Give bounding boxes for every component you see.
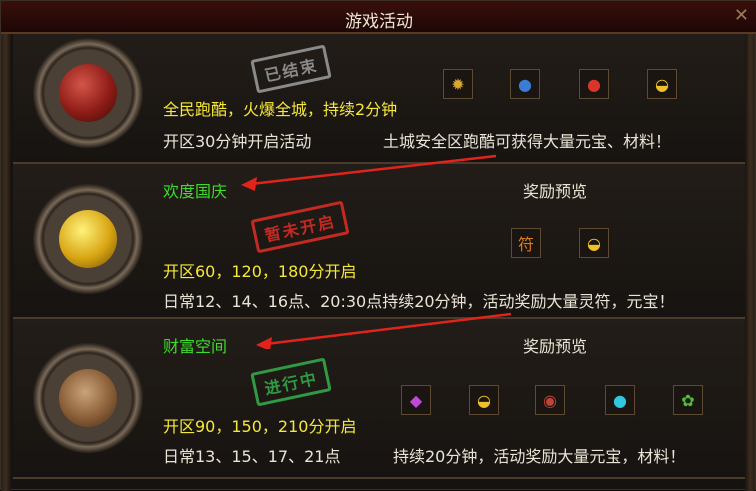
title-bar: 游戏活动 ✕ <box>1 1 756 34</box>
status-stamp-in-progress: 进行中 <box>250 357 332 407</box>
activity-schedule: 开区90，150，210分开启 <box>163 417 357 436</box>
activity-medal <box>33 38 143 148</box>
activity-name: 全民跑酷，火爆全城，持续2分钟 <box>163 100 398 119</box>
red-arrow-annotation <box>241 154 497 191</box>
green-herb-icon[interactable]: ✿ <box>673 385 703 415</box>
blue-orb-icon[interactable]: ● <box>510 69 540 99</box>
talisman-icon[interactable]: 符 <box>511 228 541 258</box>
red-stone-icon[interactable]: ◉ <box>535 385 565 415</box>
activity-medal <box>33 184 143 294</box>
reward-preview-label: 奖励预览 <box>523 182 588 201</box>
gold-ingot-icon[interactable]: ◒ <box>579 228 609 258</box>
close-icon[interactable]: ✕ <box>734 5 749 26</box>
activity-medal <box>33 343 143 453</box>
status-stamp-not-started: 暂未开启 <box>250 200 350 254</box>
warrior-helmet-icon <box>59 64 117 122</box>
reward-preview-label: 奖励预览 <box>523 337 588 356</box>
activity-schedule: 开区60，120，180分开启 <box>163 262 357 281</box>
cyan-orb-icon[interactable]: ● <box>605 385 635 415</box>
red-arrow-annotation <box>256 312 512 349</box>
gold-ingot-icon[interactable]: ◒ <box>469 385 499 415</box>
left-border <box>1 34 11 491</box>
medal-icon[interactable]: ✹ <box>443 69 473 99</box>
golden-egg-icon <box>59 210 117 268</box>
red-orb-icon[interactable]: ● <box>579 69 609 99</box>
purple-gem-icon[interactable]: ◆ <box>401 385 431 415</box>
window-title: 游戏活动 <box>345 12 413 32</box>
activity-description: 持续20分钟，活动奖励大量元宝，材料！ <box>393 447 686 466</box>
gold-ingot-icon[interactable]: ◒ <box>647 69 677 99</box>
status-stamp-ended: 已结束 <box>250 44 332 94</box>
activity-window: 游戏活动 ✕ 已结束 ✹ ● ● ◒ 全民跑酷，火爆全城，持续2分钟 开区30分… <box>0 0 756 491</box>
deer-head-icon <box>59 369 117 427</box>
activity-description: 土城安全区跑酷可获得大量元宝、材料！ <box>383 132 672 151</box>
activity-schedule: 开区30分钟开启活动 <box>163 132 312 151</box>
activity-name: 欢度国庆 <box>163 182 228 201</box>
activity-name: 财富空间 <box>163 337 228 356</box>
activity-row-1[interactable]: 已结束 ✹ ● ● ◒ 全民跑酷，火爆全城，持续2分钟 开区30分钟开启活动 土… <box>13 34 745 164</box>
activity-schedule-daily: 日常13、15、17、21点 <box>163 447 341 466</box>
right-border <box>745 34 755 491</box>
